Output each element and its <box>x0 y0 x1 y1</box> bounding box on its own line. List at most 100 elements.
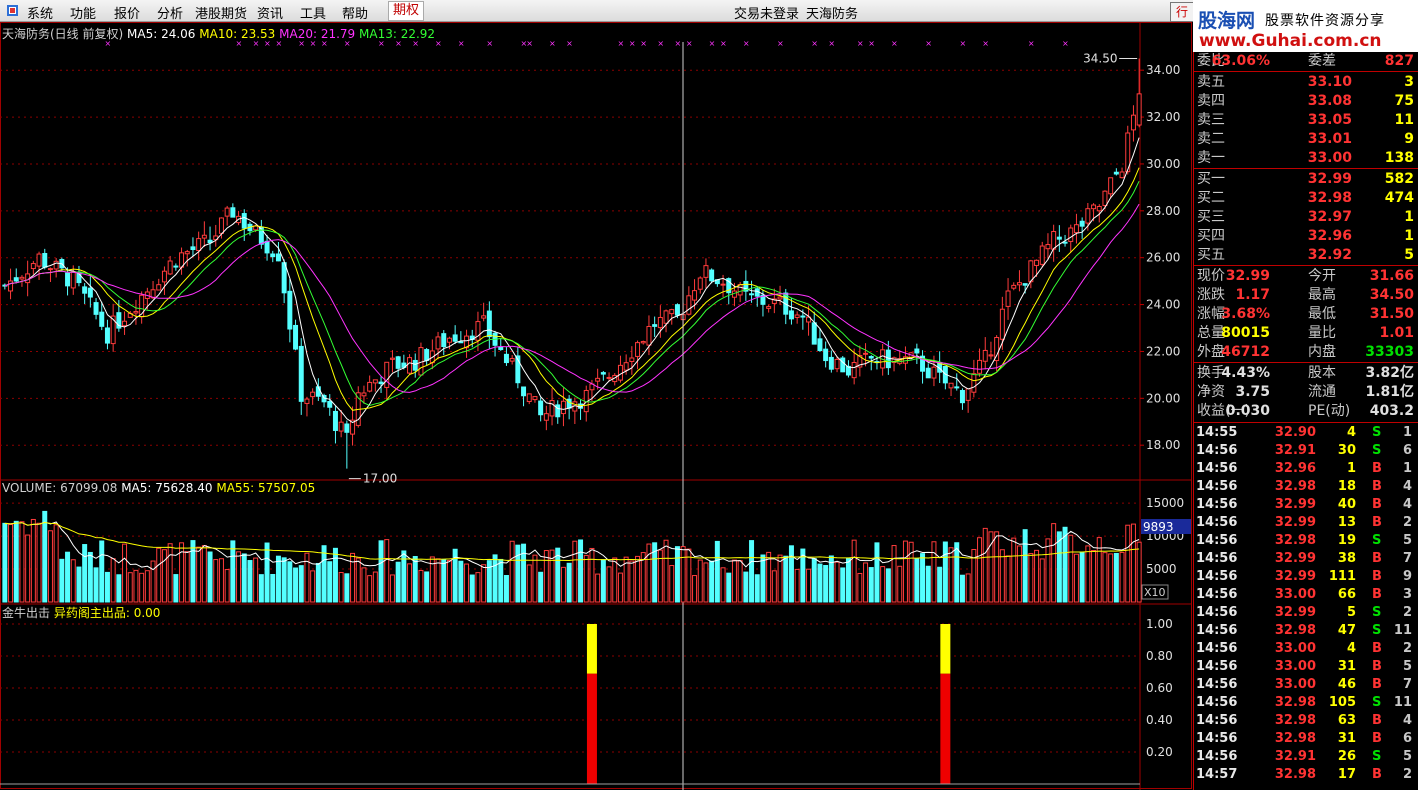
tick-row[interactable]: 14:57 32.98 17 B 2 <box>1194 766 1418 784</box>
candle-body <box>1045 244 1051 250</box>
volume-bar <box>760 554 766 603</box>
candle-body <box>794 314 800 318</box>
tick-price: 33.00 <box>1274 659 1316 674</box>
event-marker: × <box>458 39 465 48</box>
tick-price: 32.91 <box>1274 443 1316 458</box>
candle-body <box>1016 282 1022 286</box>
menu-item-system[interactable]: 系统 <box>27 3 53 22</box>
row-value: 3.75 <box>1235 384 1270 400</box>
volume-bar <box>116 574 122 603</box>
candle-body <box>65 272 71 287</box>
volume-bar <box>53 524 59 603</box>
volume-bar <box>845 557 851 603</box>
menu-item-function[interactable]: 功能 <box>70 3 96 22</box>
volume-bar <box>435 558 441 603</box>
candle-body <box>293 324 299 350</box>
volume-legend: VOLUME: 67099.08 MA5: 75628.40 MA55: 575… <box>2 481 315 495</box>
y-tick-label: 24.00 <box>1146 298 1180 312</box>
volume-bar <box>703 562 709 603</box>
tick-row[interactable]: 14:56 32.91 30 S 6 <box>1194 442 1418 460</box>
tick-row[interactable]: 14:56 33.00 46 B 7 <box>1194 676 1418 694</box>
candle-body <box>218 217 224 234</box>
tick-row[interactable]: 14:56 32.98 19 S 5 <box>1194 532 1418 550</box>
event-marker: × <box>617 39 624 48</box>
candle-body <box>361 392 367 397</box>
volume-bar <box>498 558 504 603</box>
row-value-2: 582 <box>1384 171 1414 187</box>
volume-bar <box>36 522 42 603</box>
tick-row[interactable]: 14:56 32.98 31 B 6 <box>1194 730 1418 748</box>
tick-row[interactable]: 14:56 32.96 1 B 1 <box>1194 460 1418 478</box>
volume-bar <box>270 573 276 603</box>
trade-button[interactable]: 行 <box>1170 2 1194 22</box>
volume-bar <box>583 554 589 603</box>
volume-ma5-label: MA5: 75628.40 <box>121 481 213 495</box>
tick-row[interactable]: 14:56 32.99 13 B 2 <box>1194 514 1418 532</box>
tick-row[interactable]: 14:55 32.90 4 S 1 <box>1194 424 1418 442</box>
tick-count: 11 <box>1393 695 1412 710</box>
menu-item-hk-futures[interactable]: 港股期货 <box>195 3 247 22</box>
tick-row[interactable]: 14:56 32.99 5 S 2 <box>1194 604 1418 622</box>
tick-row[interactable]: 14:56 33.00 4 B 2 <box>1194 640 1418 658</box>
indicator-tick-label: 0.40 <box>1146 713 1173 727</box>
candle-body <box>617 364 623 381</box>
volume-bar <box>87 551 93 603</box>
volume-bar <box>293 567 299 603</box>
event-marker: × <box>1062 39 1069 48</box>
tick-row[interactable]: 14:56 32.98 47 S 11 <box>1194 622 1418 640</box>
volume-bar <box>806 568 812 603</box>
menu-item-options[interactable]: 期权 <box>388 1 425 21</box>
tick-side: S <box>1372 443 1382 458</box>
app-icon[interactable] <box>7 5 18 16</box>
candle-body <box>817 338 823 352</box>
row-label: 涨跌 <box>1197 287 1225 303</box>
candle-body <box>999 308 1005 340</box>
chart-canvas[interactable]: 34.00 32.00 30.00 28.00 26.00 24.00 22.00 20.00… <box>0 22 1193 790</box>
row-label: 买五 <box>1197 247 1225 263</box>
tick-count: 6 <box>1402 731 1412 746</box>
candle-body <box>167 260 173 275</box>
login-status[interactable]: 交易未登录 <box>734 3 799 22</box>
stat-row: 涨幅 3.68% 最低 31.50 <box>1194 305 1418 324</box>
tick-row[interactable]: 14:56 33.00 31 B 5 <box>1194 658 1418 676</box>
candle-body <box>196 238 202 251</box>
ma5-line <box>4 137 1140 424</box>
logo-tagline: 股票软件资源分享 <box>1265 13 1385 29</box>
tick-row[interactable]: 14:56 32.99 111 B 9 <box>1194 568 1418 586</box>
menu-item-tools[interactable]: 工具 <box>300 3 326 22</box>
candle-body <box>1136 93 1142 126</box>
candle-body <box>104 327 110 344</box>
candle-body <box>652 324 658 327</box>
row-value-2: 31.50 <box>1369 306 1414 322</box>
tick-row[interactable]: 14:56 32.99 40 B 4 <box>1194 496 1418 514</box>
volume-title: VOLUME: 67099.08 <box>2 481 118 495</box>
volume-bar <box>196 546 202 603</box>
tick-side: S <box>1372 749 1382 764</box>
menu-item-analysis[interactable]: 分析 <box>157 3 183 22</box>
candle-body <box>737 284 743 296</box>
menu-item-quote[interactable]: 报价 <box>114 3 140 22</box>
volume-bar <box>1119 551 1125 603</box>
tick-row[interactable]: 14:56 33.00 66 B 3 <box>1194 586 1418 604</box>
tick-row[interactable]: 14:56 32.98 18 B 4 <box>1194 478 1418 496</box>
volume-bar <box>794 568 800 603</box>
menu-item-news[interactable]: 资讯 <box>257 3 283 22</box>
tick-row[interactable]: 14:56 32.99 38 B 7 <box>1194 550 1418 568</box>
tick-price: 33.00 <box>1274 587 1316 602</box>
tick-row[interactable]: 14:56 32.98 105 S 11 <box>1194 694 1418 712</box>
row-label: 买一 <box>1197 171 1225 187</box>
tick-row[interactable]: 14:56 32.98 63 B 4 <box>1194 712 1418 730</box>
volume-bar <box>275 555 281 603</box>
row-label: 卖五 <box>1197 74 1225 90</box>
tick-price: 32.99 <box>1274 551 1316 566</box>
candle-body <box>788 310 794 320</box>
volume-bar <box>908 541 914 603</box>
candle-body <box>441 333 447 348</box>
volume-bar <box>1068 534 1074 603</box>
tick-price: 32.98 <box>1274 767 1316 782</box>
menu-item-help[interactable]: 帮助 <box>342 3 368 22</box>
candle-body <box>931 366 937 379</box>
tick-row[interactable]: 14:56 32.91 26 S 5 <box>1194 748 1418 766</box>
volume-bar <box>104 571 110 603</box>
volume-bar <box>230 540 236 603</box>
